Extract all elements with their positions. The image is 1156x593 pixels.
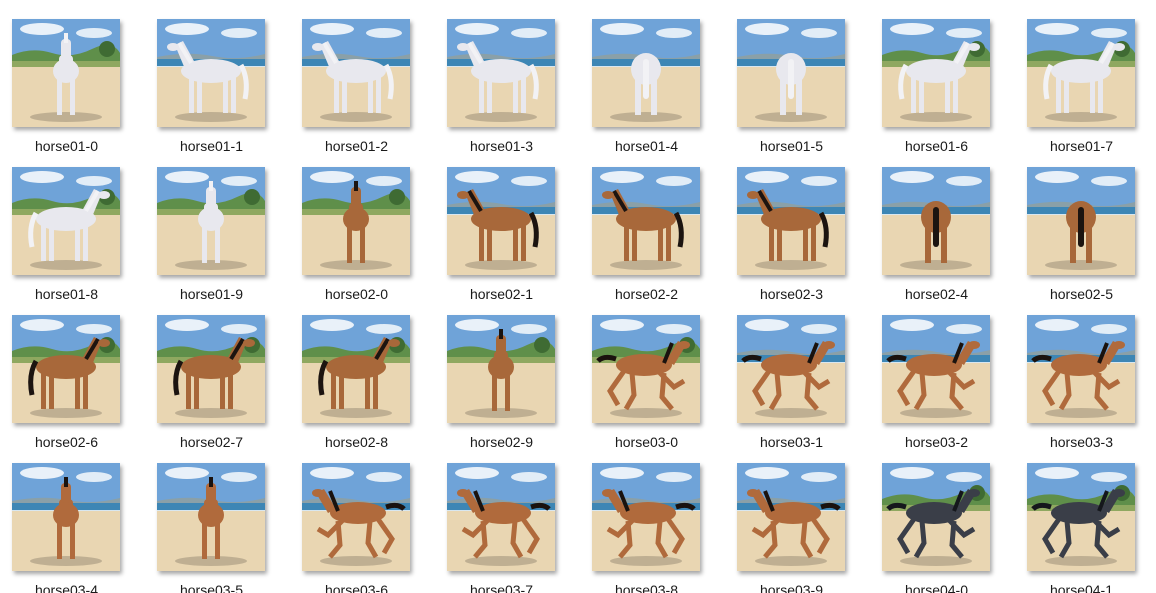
file-name-label[interactable]: horse03-8 xyxy=(574,582,719,593)
file-name-label[interactable]: horse02-6 xyxy=(0,434,139,450)
horse-thumbnail-image[interactable] xyxy=(447,315,555,423)
file-item[interactable]: horse01-2 xyxy=(302,19,447,164)
horse-thumbnail-image[interactable] xyxy=(157,315,265,423)
file-item[interactable]: horse04-1 xyxy=(1027,463,1156,593)
file-name-label[interactable]: horse01-7 xyxy=(1009,138,1154,154)
file-item[interactable]: horse03-2 xyxy=(882,315,1027,460)
horse-thumbnail-image[interactable] xyxy=(592,315,700,423)
horse-thumbnail-image[interactable] xyxy=(12,19,120,127)
file-name-label[interactable]: horse02-3 xyxy=(719,286,864,302)
file-item[interactable]: horse02-3 xyxy=(737,167,882,312)
file-name-label[interactable]: horse02-1 xyxy=(429,286,574,302)
file-name-label[interactable]: horse02-9 xyxy=(429,434,574,450)
file-item[interactable]: horse02-0 xyxy=(302,167,447,312)
file-name-label[interactable]: horse03-0 xyxy=(574,434,719,450)
file-item[interactable]: horse01-0 xyxy=(12,19,157,164)
file-item[interactable]: horse02-9 xyxy=(447,315,592,460)
horse-thumbnail-image[interactable] xyxy=(12,167,120,275)
file-name-label[interactable]: horse03-3 xyxy=(1009,434,1154,450)
file-name-label[interactable]: horse02-4 xyxy=(864,286,1009,302)
file-name-label[interactable]: horse01-2 xyxy=(284,138,429,154)
file-name-label[interactable]: horse03-7 xyxy=(429,582,574,593)
file-name-label[interactable]: horse02-2 xyxy=(574,286,719,302)
horse-thumbnail-image[interactable] xyxy=(157,463,265,571)
file-name-label[interactable]: horse04-0 xyxy=(864,582,1009,593)
file-name-label[interactable]: horse03-5 xyxy=(139,582,284,593)
file-item[interactable]: horse01-5 xyxy=(737,19,882,164)
horse-thumbnail-image[interactable] xyxy=(302,167,410,275)
file-item[interactable]: horse02-8 xyxy=(302,315,447,460)
file-name-label[interactable]: horse03-9 xyxy=(719,582,864,593)
file-name-label[interactable]: horse01-4 xyxy=(574,138,719,154)
horse-thumbnail-image[interactable] xyxy=(737,19,845,127)
file-item[interactable]: horse03-9 xyxy=(737,463,882,593)
horse-thumbnail-image[interactable] xyxy=(737,167,845,275)
file-name-label[interactable]: horse01-6 xyxy=(864,138,1009,154)
horse-thumbnail-image[interactable] xyxy=(12,463,120,571)
horse-thumbnail-image[interactable] xyxy=(157,19,265,127)
file-name-label[interactable]: horse03-1 xyxy=(719,434,864,450)
horse-thumbnail-image[interactable] xyxy=(1027,315,1135,423)
horse-thumbnail-image[interactable] xyxy=(737,463,845,571)
file-item[interactable]: horse03-7 xyxy=(447,463,592,593)
horse-thumbnail-image[interactable] xyxy=(302,315,410,423)
file-name-label[interactable]: horse04-1 xyxy=(1009,582,1154,593)
file-item[interactable]: horse03-6 xyxy=(302,463,447,593)
file-item[interactable]: horse03-5 xyxy=(157,463,302,593)
file-item[interactable]: horse01-9 xyxy=(157,167,302,312)
file-name-label[interactable]: horse01-8 xyxy=(0,286,139,302)
file-item[interactable]: horse02-5 xyxy=(1027,167,1156,312)
horse-thumbnail-image[interactable] xyxy=(882,167,990,275)
horse-thumbnail-image[interactable] xyxy=(737,315,845,423)
file-item[interactable]: horse02-4 xyxy=(882,167,1027,312)
file-item[interactable]: horse03-1 xyxy=(737,315,882,460)
file-item[interactable]: horse02-7 xyxy=(157,315,302,460)
file-name-label[interactable]: horse02-0 xyxy=(284,286,429,302)
file-item[interactable]: horse01-3 xyxy=(447,19,592,164)
horse-thumbnail-image[interactable] xyxy=(447,167,555,275)
file-name-label[interactable]: horse01-0 xyxy=(0,138,139,154)
file-item[interactable]: horse01-1 xyxy=(157,19,302,164)
file-item[interactable]: horse03-3 xyxy=(1027,315,1156,460)
horse-thumbnail-image[interactable] xyxy=(882,463,990,571)
file-name-label[interactable]: horse03-6 xyxy=(284,582,429,593)
file-item[interactable]: horse02-1 xyxy=(447,167,592,312)
horse-thumbnail-image[interactable] xyxy=(302,463,410,571)
horse-thumbnail-image[interactable] xyxy=(592,167,700,275)
file-name-label[interactable]: horse01-9 xyxy=(139,286,284,302)
file-item[interactable]: horse01-6 xyxy=(882,19,1027,164)
horse-thumbnail-image[interactable] xyxy=(302,19,410,127)
file-name-label[interactable]: horse02-8 xyxy=(284,434,429,450)
file-item[interactable]: horse01-4 xyxy=(592,19,737,164)
file-name-label[interactable]: horse03-4 xyxy=(0,582,139,593)
file-name-label[interactable]: horse02-5 xyxy=(1009,286,1154,302)
file-grid: horse01-0 horse01-1 horse01-2 horse01-3 hors… xyxy=(0,0,1156,593)
file-item[interactable]: horse01-8 xyxy=(12,167,157,312)
file-name-label[interactable]: horse03-2 xyxy=(864,434,1009,450)
horse-thumbnail-image[interactable] xyxy=(592,19,700,127)
file-name-label[interactable]: horse02-7 xyxy=(139,434,284,450)
horse-thumbnail-image[interactable] xyxy=(592,463,700,571)
horse-thumbnail-image[interactable] xyxy=(1027,167,1135,275)
file-name-label[interactable]: horse01-5 xyxy=(719,138,864,154)
file-name-label[interactable]: horse01-1 xyxy=(139,138,284,154)
file-item[interactable]: horse04-0 xyxy=(882,463,1027,593)
file-item[interactable]: horse01-7 xyxy=(1027,19,1156,164)
horse-thumbnail-image[interactable] xyxy=(882,315,990,423)
file-item[interactable]: horse02-2 xyxy=(592,167,737,312)
horse-thumbnail-image[interactable] xyxy=(1027,463,1135,571)
horse-thumbnail-image[interactable] xyxy=(12,315,120,423)
file-name-label[interactable]: horse01-3 xyxy=(429,138,574,154)
horse-thumbnail-image[interactable] xyxy=(447,19,555,127)
file-item[interactable]: horse03-8 xyxy=(592,463,737,593)
horse-thumbnail-image[interactable] xyxy=(882,19,990,127)
file-item[interactable]: horse03-0 xyxy=(592,315,737,460)
horse-thumbnail-image[interactable] xyxy=(157,167,265,275)
horse-thumbnail-image[interactable] xyxy=(447,463,555,571)
horse-thumbnail-image[interactable] xyxy=(1027,19,1135,127)
file-item[interactable]: horse03-4 xyxy=(12,463,157,593)
file-item[interactable]: horse02-6 xyxy=(12,315,157,460)
